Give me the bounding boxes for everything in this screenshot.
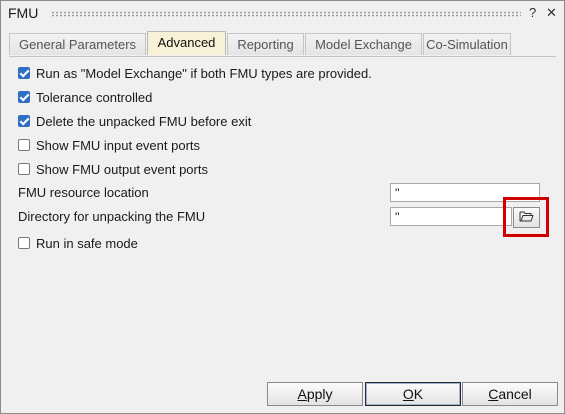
checkbox-tolerance-controlled[interactable]	[18, 91, 30, 103]
option-tolerance-controlled[interactable]: Tolerance controlled	[18, 88, 152, 106]
unpack-directory-input[interactable]	[390, 207, 512, 226]
ok-label-post: K	[413, 386, 424, 402]
tab-model-exchange[interactable]: Model Exchange	[305, 33, 422, 55]
tab-general-parameters[interactable]: General Parameters	[9, 33, 146, 55]
checkbox-safe-mode[interactable]	[18, 237, 30, 249]
close-icon[interactable]: ✕	[546, 5, 557, 21]
drag-grip[interactable]	[51, 11, 521, 17]
apply-accel-key: A	[297, 386, 307, 402]
checkbox-input-event-ports[interactable]	[18, 139, 30, 151]
fmu-dialog: FMU ? ✕ General Parameters Advanced Repo…	[0, 0, 565, 414]
apply-label-post: pply	[306, 386, 333, 402]
option-model-exchange[interactable]: Run as "Model Exchange" if both FMU type…	[18, 64, 372, 82]
ok-accel-key: O	[402, 386, 414, 402]
resource-location-label: FMU resource location	[18, 185, 149, 200]
option-output-event-ports[interactable]: Show FMU output event ports	[18, 160, 208, 178]
checkbox-output-event-ports[interactable]	[18, 163, 30, 175]
ok-button[interactable]: OK	[365, 382, 461, 406]
option-label: Show FMU input event ports	[36, 137, 201, 153]
cancel-button[interactable]: Cancel	[462, 382, 558, 406]
option-input-event-ports[interactable]: Show FMU input event ports	[18, 136, 200, 154]
option-label: Run as "Model Exchange" if both FMU type…	[36, 65, 372, 81]
tab-reporting[interactable]: Reporting	[227, 33, 304, 55]
option-label: Show FMU output event ports	[36, 161, 208, 177]
tab-co-simulation[interactable]: Co-Simulation	[423, 33, 511, 55]
tab-panel-border	[9, 56, 556, 57]
checkbox-model-exchange[interactable]	[18, 67, 30, 79]
option-label: Tolerance controlled	[36, 89, 153, 105]
apply-button[interactable]: Apply	[267, 382, 363, 406]
help-icon[interactable]: ?	[529, 5, 536, 21]
option-label: Delete the unpacked FMU before exit	[36, 113, 252, 129]
highlight-box	[503, 197, 549, 237]
cancel-label-post: ancel	[498, 386, 532, 402]
option-label: Run in safe mode	[36, 235, 138, 251]
option-safe-mode[interactable]: Run in safe mode	[18, 234, 138, 252]
unpack-directory-label: Directory for unpacking the FMU	[18, 209, 206, 224]
window-title: FMU	[8, 5, 39, 21]
cancel-accel-key: C	[488, 386, 499, 402]
option-delete-unpacked[interactable]: Delete the unpacked FMU before exit	[18, 112, 251, 130]
title-bar[interactable]: FMU ? ✕	[1, 1, 564, 27]
tab-advanced[interactable]: Advanced	[147, 31, 226, 55]
checkbox-delete-unpacked[interactable]	[18, 115, 30, 127]
